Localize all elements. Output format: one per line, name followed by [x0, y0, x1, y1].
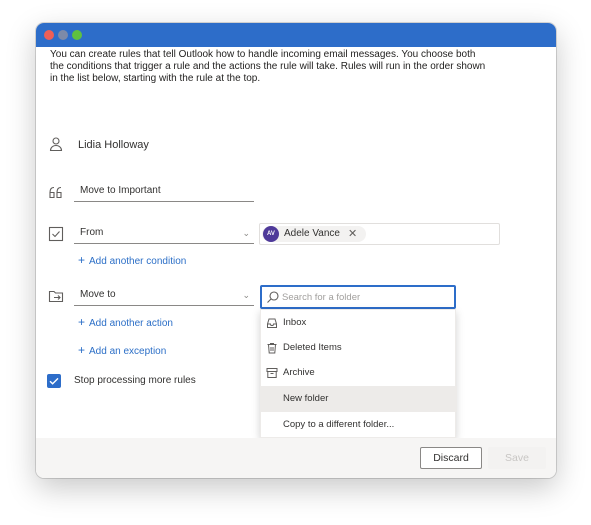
folder-dropdown-menu: Inbox Deleted Items Archive New folder C… [260, 309, 457, 438]
avatar: AV [263, 226, 279, 242]
plus-icon: + [78, 343, 86, 357]
condition-dropdown[interactable]: From ⌄ [74, 222, 254, 244]
stop-processing-checkbox[interactable] [47, 374, 61, 388]
folder-option-label: Archive [283, 367, 315, 378]
add-action-link[interactable]: + Add another action [78, 315, 173, 329]
action-value: Move to [80, 289, 116, 300]
recipient-picker[interactable]: AV Adele Vance ✕ [259, 223, 500, 245]
checkbox-condition-icon [48, 226, 64, 242]
recipient-chip[interactable]: AV Adele Vance ✕ [262, 226, 366, 242]
add-exception-link[interactable]: + Add an exception [78, 343, 166, 357]
quote-icon [48, 184, 64, 200]
minimize-window-button[interactable] [58, 30, 68, 40]
plus-icon: + [78, 253, 86, 267]
chevron-down-icon: ⌄ [242, 290, 250, 300]
archive-icon [266, 367, 278, 379]
inbox-icon [266, 317, 278, 329]
folder-search-box[interactable] [260, 285, 456, 309]
folder-option-archive[interactable]: Archive [261, 360, 457, 386]
save-button[interactable]: Save [488, 447, 546, 469]
rules-description: You can create rules that tell Outlook h… [50, 49, 486, 84]
trash-icon [266, 342, 278, 354]
title-bar [36, 23, 556, 47]
recipient-name: Adele Vance [284, 228, 340, 239]
condition-value: From [80, 227, 104, 238]
rule-name-input[interactable]: Move to Important [74, 180, 254, 202]
folder-option-label: Deleted Items [283, 342, 342, 353]
copy-to-folder-option[interactable]: Copy to a different folder... [261, 412, 457, 438]
new-folder-option[interactable]: New folder [261, 386, 457, 412]
folder-search-input[interactable] [282, 289, 452, 305]
folder-option-label: New folder [283, 393, 329, 404]
folder-option-inbox[interactable]: Inbox [261, 310, 457, 336]
add-condition-label: Add another condition [89, 256, 187, 267]
rule-name-value: Move to Important [80, 185, 161, 196]
account-name: Lidia Holloway [78, 139, 149, 151]
add-exception-label: Add an exception [89, 346, 167, 357]
rule-editor-window: You can create rules that tell Outlook h… [36, 23, 556, 478]
folder-option-deleted-items[interactable]: Deleted Items [261, 335, 457, 361]
folder-option-label: Inbox [283, 317, 307, 328]
add-action-label: Add another action [89, 318, 173, 329]
chevron-down-icon: ⌄ [242, 228, 250, 238]
discard-button[interactable]: Discard [420, 447, 482, 469]
close-window-button[interactable] [44, 30, 54, 40]
plus-icon: + [78, 315, 86, 329]
dialog-footer: Discard Save [36, 438, 556, 478]
search-icon [266, 290, 280, 304]
add-condition-link[interactable]: + Add another condition [78, 253, 186, 267]
action-dropdown[interactable]: Move to ⌄ [74, 284, 254, 306]
remove-recipient-icon[interactable]: ✕ [348, 226, 357, 242]
person-icon [48, 136, 64, 152]
folder-option-label: Copy to a different folder... [283, 419, 395, 430]
folder-move-icon [48, 288, 64, 304]
stop-processing-label: Stop processing more rules [74, 375, 196, 386]
zoom-window-button[interactable] [72, 30, 82, 40]
rule-form: You can create rules that tell Outlook h… [36, 47, 556, 438]
